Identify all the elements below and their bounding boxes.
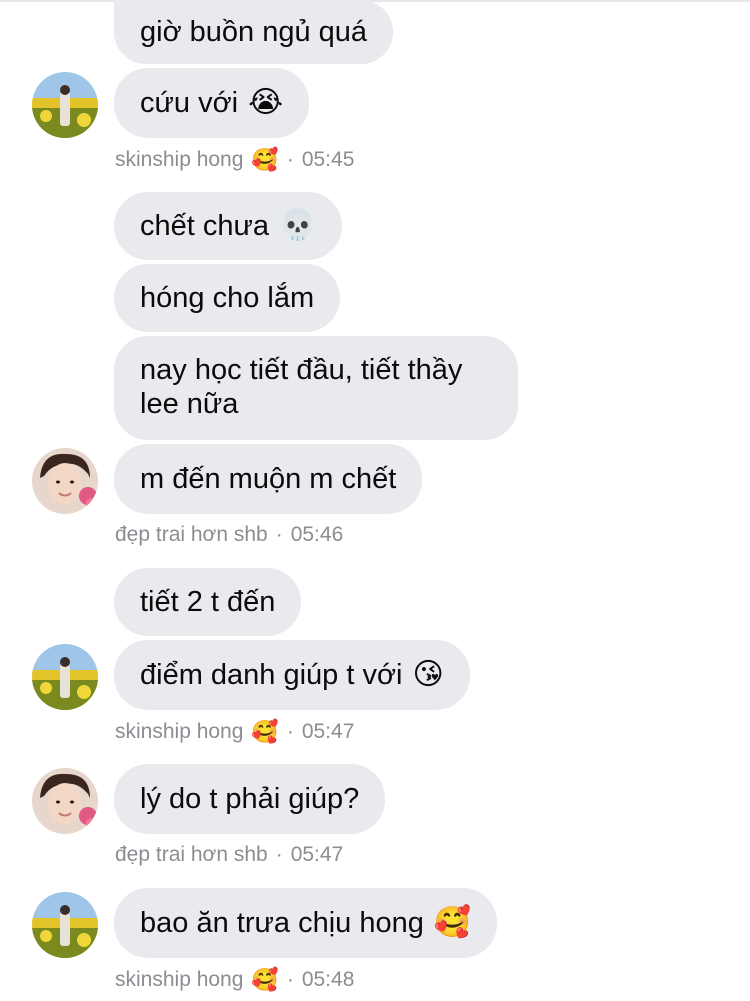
message-text: chết chưa [140, 210, 270, 242]
separator: · [286, 720, 294, 743]
message-meta: skinship hong 🥰 · 05:45 [115, 147, 354, 173]
skull-emoji-icon: 💀 [279, 209, 317, 242]
face-blowing-kiss-icon: 😘 [412, 658, 444, 691]
smiling-face-hearts-icon: 🥰 [251, 147, 279, 172]
message-text: giờ buồn ngủ quá [140, 16, 368, 48]
timestamp: 05:47 [301, 720, 355, 743]
avatar-skinship-hong[interactable] [32, 72, 98, 138]
message-bubble[interactable]: nay học tiết đầu, tiết thầy lee nữa [114, 336, 518, 440]
sender-name: skinship hong [115, 968, 244, 991]
separator: · [275, 843, 283, 866]
smiling-face-hearts-icon: 🥰 [433, 906, 472, 939]
timestamp: 05:48 [301, 968, 355, 991]
message-text: nay học tiết đầu, tiết thầy lee nữa [140, 354, 463, 420]
separator: · [286, 968, 294, 991]
message-bubble[interactable]: cứu với 😭 [114, 68, 310, 138]
smiling-face-hearts-icon: 🥰 [251, 719, 279, 744]
sender-name: skinship hong [115, 720, 244, 743]
timestamp: 05:46 [290, 523, 344, 546]
smiling-face-hearts-icon: 🥰 [251, 967, 279, 992]
message-text: bao ăn trưa chịu hong [140, 907, 424, 939]
message-bubble[interactable]: bao ăn trưa chịu hong 🥰 [114, 888, 498, 958]
message-bubble[interactable]: điểm danh giúp t với 😘 [114, 640, 470, 710]
message-meta: skinship hong 🥰 · 05:48 [115, 967, 354, 993]
message-meta: skinship hong 🥰 · 05:47 [115, 719, 354, 745]
timestamp: 05:47 [290, 843, 344, 866]
avatar-dep-trai-hon-shb[interactable] [32, 448, 98, 514]
message-meta: đẹp trai hơn shb · 05:46 [115, 523, 343, 547]
sender-name: đẹp trai hơn shb [115, 523, 268, 546]
separator: · [275, 523, 283, 546]
loudly-crying-emoji-icon: 😭 [248, 86, 284, 119]
message-meta: đẹp trai hơn shb · 05:47 [115, 843, 343, 867]
message-text: tiết 2 t đến [140, 586, 276, 618]
message-bubble[interactable]: tiết 2 t đến [114, 568, 302, 636]
avatar-skinship-hong[interactable] [32, 892, 98, 958]
message-text: m đến muộn m chết [140, 463, 397, 495]
avatar-dep-trai-hon-shb[interactable] [32, 768, 98, 834]
message-bubble[interactable]: lý do t phải giúp? [114, 764, 386, 834]
message-text: hóng cho lắm [140, 282, 315, 314]
message-text: lý do t phải giúp? [140, 783, 360, 815]
message-bubble[interactable]: giờ buồn ngủ quá [114, 0, 394, 64]
avatar-skinship-hong[interactable] [32, 644, 98, 710]
sender-name: skinship hong [115, 148, 244, 171]
message-thread: giờ buồn ngủ quá cứu với 😭 skinship hong… [0, 0, 750, 1001]
message-text: điểm danh giúp t với [140, 659, 403, 691]
message-bubble[interactable]: chết chưa 💀 [114, 192, 343, 260]
separator: · [286, 148, 294, 171]
divider [0, 0, 750, 2]
message-bubble[interactable]: hóng cho lắm [114, 264, 341, 332]
sender-name: đẹp trai hơn shb [115, 843, 268, 866]
message-text: cứu với [140, 87, 239, 119]
message-bubble[interactable]: m đến muộn m chết [114, 444, 423, 514]
timestamp: 05:45 [301, 148, 355, 171]
